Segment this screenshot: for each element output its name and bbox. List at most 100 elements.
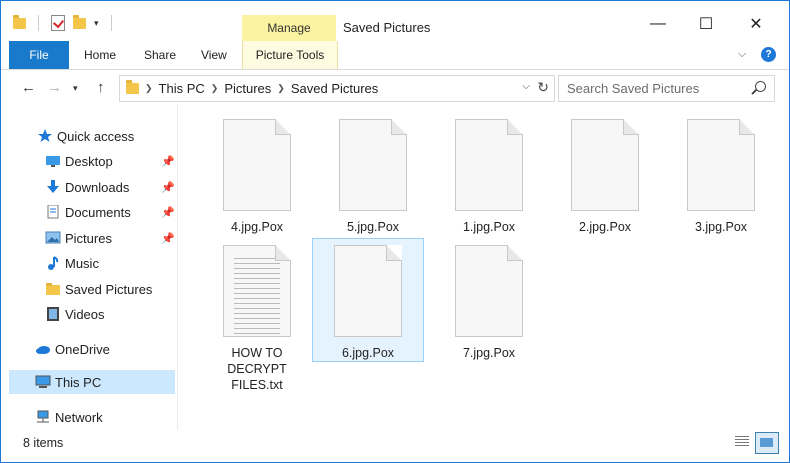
cloud-icon: [35, 342, 51, 356]
breadcrumb-pictures[interactable]: Pictures: [224, 81, 271, 96]
file-name: 7.jpg.Pox: [462, 346, 516, 360]
file-item[interactable]: 7.jpg.Pox: [434, 245, 544, 361]
file-item[interactable]: HOW TO DECRYPT FILES.txt: [202, 245, 312, 393]
sidebar-item-label: Documents: [65, 204, 131, 220]
file-name: HOW TO DECRYPT FILES.txt: [227, 346, 287, 392]
text-file-icon: [223, 245, 291, 337]
sidebar-item-this-pc[interactable]: This PC: [9, 370, 175, 394]
tab-picture-tools[interactable]: Picture Tools: [242, 41, 338, 69]
customize-toolbar-icon[interactable]: ▾: [94, 18, 99, 29]
file-name: 1.jpg.Pox: [462, 220, 516, 234]
sidebar-item-onedrive[interactable]: OneDrive: [35, 337, 177, 361]
chevron-right-icon[interactable]: ❯: [277, 83, 285, 94]
pin-icon[interactable]: 📌: [161, 155, 175, 168]
sidebar-item-label: OneDrive: [55, 341, 110, 357]
sidebar-item-quick-access[interactable]: Quick access: [37, 124, 177, 148]
download-icon: [45, 180, 61, 194]
sidebar-item-label: Desktop: [65, 153, 113, 169]
maximize-button[interactable]: ☐: [691, 13, 721, 35]
tab-share[interactable]: Share: [144, 41, 176, 69]
file-view: 4.jpg.Pox 5.jpg.Pox 1.jpg.Pox 2.jpg.Pox …: [178, 105, 789, 430]
folder-icon: [45, 282, 61, 296]
close-button[interactable]: ✕: [741, 13, 771, 35]
file-icon: [571, 119, 639, 211]
computer-icon: [35, 375, 51, 389]
file-name: 5.jpg.Pox: [346, 220, 400, 234]
refresh-icon[interactable]: ↻: [537, 79, 549, 96]
address-row: ← → ▾ ↑ ❯ This PC ❯ Pictures ❯ Saved Pic…: [1, 71, 789, 105]
pictures-icon: [45, 231, 61, 245]
file-item[interactable]: 1.jpg.Pox: [434, 119, 544, 235]
chevron-right-icon[interactable]: ❯: [145, 83, 153, 94]
divider: [38, 15, 39, 31]
file-item[interactable]: 5.jpg.Pox: [318, 119, 428, 235]
sidebar-item-desktop[interactable]: Desktop 📌: [45, 149, 177, 173]
file-icon: [455, 245, 523, 337]
search-input[interactable]: [565, 76, 749, 101]
breadcrumb-saved-pictures[interactable]: Saved Pictures: [291, 81, 378, 96]
tab-file[interactable]: File: [9, 41, 69, 69]
divider: [110, 15, 112, 31]
new-folder-icon[interactable]: [73, 14, 86, 29]
sidebar-item-pictures[interactable]: Pictures 📌: [45, 226, 177, 250]
tab-home[interactable]: Home: [84, 41, 116, 69]
title-bar: ▾ Manage Saved Pictures — ☐ ✕: [1, 1, 789, 41]
sidebar-item-network[interactable]: Network: [35, 405, 177, 429]
file-name: 2.jpg.Pox: [578, 220, 632, 234]
chevron-down-icon[interactable]: ⌵: [522, 81, 530, 92]
file-item[interactable]: 6.jpg.Pox: [312, 238, 424, 362]
network-icon: [35, 410, 51, 424]
file-item[interactable]: 2.jpg.Pox: [550, 119, 660, 235]
desktop-icon: [45, 154, 61, 168]
help-button[interactable]: ?: [761, 47, 776, 62]
sidebar-item-label: This PC: [55, 374, 102, 390]
search-box[interactable]: [558, 75, 775, 102]
folder-icon: [126, 80, 139, 94]
search-icon[interactable]: [755, 81, 766, 92]
large-icons-view-icon[interactable]: [755, 432, 779, 454]
file-icon: [223, 119, 291, 211]
recent-locations-icon[interactable]: ▾: [73, 83, 78, 94]
pin-icon[interactable]: 📌: [161, 206, 175, 219]
file-icon: [339, 119, 407, 211]
sidebar-item-label: Saved Pictures: [65, 281, 153, 297]
address-bar[interactable]: ❯ This PC ❯ Pictures ❯ Saved Pictures ⌵ …: [119, 75, 555, 102]
minimize-button[interactable]: —: [643, 13, 673, 35]
file-icon: [687, 119, 755, 211]
ribbon-tabs: File Home Share View Picture Tools ⌵ ?: [1, 41, 789, 70]
file-name: 3.jpg.Pox: [694, 220, 748, 234]
status-bar: 8 items: [1, 430, 789, 462]
folder-icon[interactable]: [13, 14, 26, 29]
file-name: 4.jpg.Pox: [230, 220, 284, 234]
sidebar-item-label: Quick access: [57, 128, 135, 144]
up-arrow-icon[interactable]: ↑: [97, 79, 105, 96]
pin-icon[interactable]: 📌: [161, 181, 175, 194]
tab-manage[interactable]: Manage: [242, 15, 336, 41]
sidebar-item-documents[interactable]: Documents 📌: [45, 200, 177, 224]
documents-icon: [45, 204, 61, 219]
sidebar-item-downloads[interactable]: Downloads 📌: [45, 175, 177, 199]
music-icon: [45, 256, 61, 270]
forward-arrow-icon[interactable]: →: [47, 79, 62, 96]
sidebar-item-videos[interactable]: Videos: [45, 302, 177, 326]
chevron-right-icon[interactable]: ❯: [211, 83, 219, 94]
file-icon: [455, 119, 523, 211]
back-arrow-icon[interactable]: ←: [21, 79, 36, 96]
properties-icon[interactable]: [51, 15, 65, 31]
breadcrumb-this-pc[interactable]: This PC: [159, 81, 205, 96]
sidebar-item-label: Music: [65, 255, 99, 271]
tab-view[interactable]: View: [201, 41, 227, 69]
sidebar-item-label: Network: [55, 409, 103, 425]
star-icon: [37, 129, 53, 143]
navigation-pane: Quick access Desktop 📌 Downloads 📌 Docum…: [1, 105, 178, 430]
pin-icon[interactable]: 📌: [161, 232, 175, 245]
chevron-down-icon[interactable]: ⌵: [738, 48, 746, 61]
sidebar-item-label: Pictures: [65, 230, 112, 246]
details-view-icon[interactable]: [735, 436, 749, 448]
sidebar-item-saved-pictures[interactable]: Saved Pictures: [45, 277, 177, 301]
file-item[interactable]: 3.jpg.Pox: [666, 119, 776, 235]
sidebar-item-music[interactable]: Music: [45, 251, 177, 275]
file-item[interactable]: 4.jpg.Pox: [202, 119, 312, 235]
file-name: 6.jpg.Pox: [341, 346, 395, 360]
item-count: 8 items: [23, 436, 64, 450]
